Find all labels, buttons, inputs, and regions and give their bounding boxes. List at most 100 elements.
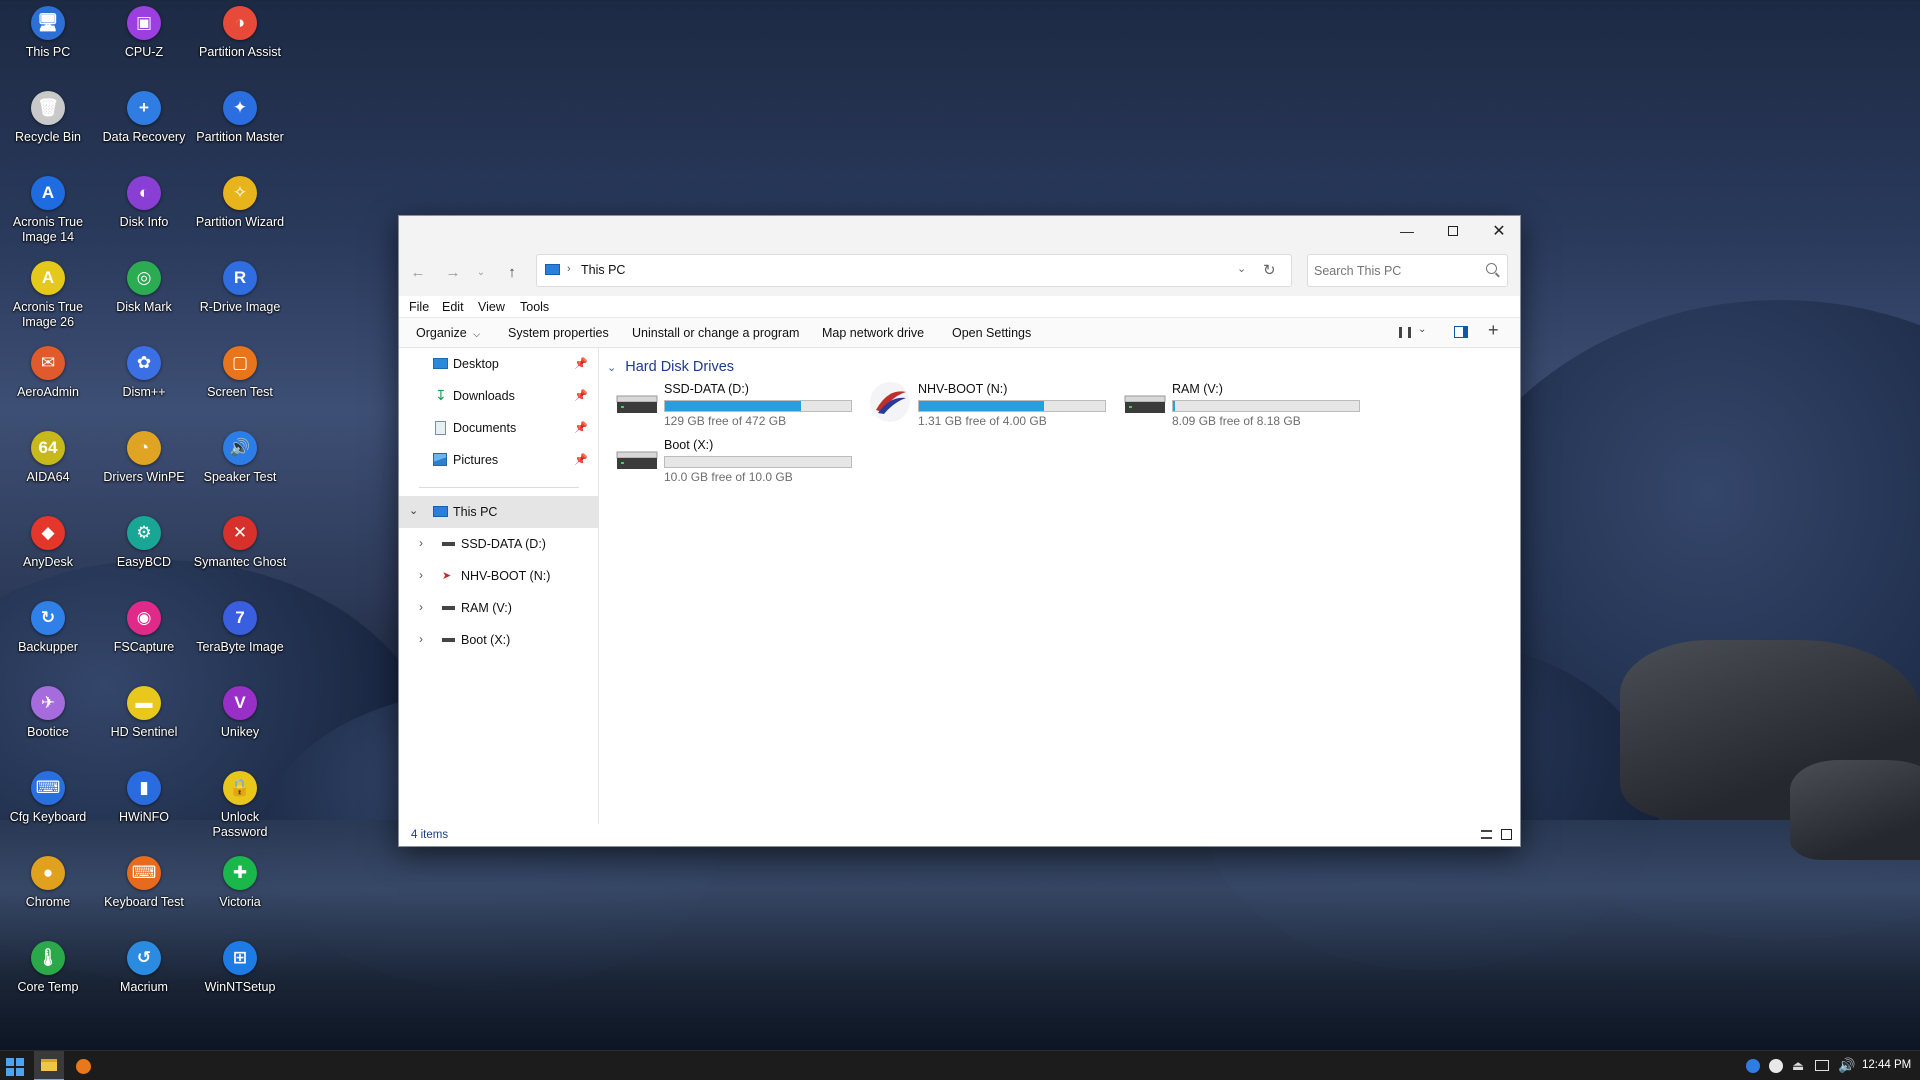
desktop-shortcut[interactable]: ✉ AeroAdmin [0, 340, 96, 422]
tray-acronis-icon[interactable] [1746, 1059, 1760, 1073]
tray-app-icon[interactable] [1769, 1059, 1783, 1073]
nav-item-nhv-boot[interactable]: › ➤ NHV-BOOT (N:) [399, 560, 598, 592]
desktop-shortcut[interactable]: ▢ Screen Test [192, 340, 288, 422]
start-button[interactable] [6, 1058, 24, 1076]
desktop-shortcut[interactable]: R R-Drive Image [192, 255, 288, 337]
desktop-shortcut[interactable]: ◎ Disk Mark [96, 255, 192, 337]
pin-icon[interactable]: 📌 [574, 389, 588, 402]
taskbar-file-explorer[interactable] [34, 1051, 64, 1080]
preview-pane-icon[interactable] [1454, 326, 1468, 338]
desktop-shortcut[interactable]: ◉ FSCapture [96, 595, 192, 677]
drive-tile[interactable]: RAM (V:) 8.09 GB free of 8.18 GB [1122, 382, 1362, 428]
forward-button[interactable]: → [441, 260, 465, 284]
chevron-right-icon[interactable]: › [419, 632, 423, 646]
nav-item-boot[interactable]: › Boot (X:) [399, 624, 598, 656]
desktop-shortcut[interactable]: + Data Recovery [96, 85, 192, 167]
downloads-icon: ↧ [435, 387, 447, 403]
tray-usb-icon[interactable]: ⏏ [1792, 1058, 1804, 1074]
view-options-dropdown-icon[interactable]: ⌄ [1418, 324, 1426, 335]
close-button[interactable]: ✕ [1476, 216, 1522, 246]
desktop-shortcut[interactable]: ✧ Partition Wizard [192, 170, 288, 252]
nav-item-pictures[interactable]: Pictures 📌 [399, 444, 598, 476]
desktop-shortcut[interactable]: ● Chrome [0, 850, 96, 932]
uninstall-program-button[interactable]: Uninstall or change a program [632, 326, 799, 340]
chevron-right-icon[interactable]: › [419, 600, 423, 614]
details-view-icon[interactable] [1481, 830, 1492, 839]
desktop-shortcut[interactable]: ✕ Symantec Ghost [192, 510, 288, 592]
recent-locations-button[interactable]: ⌄ [469, 260, 493, 284]
nav-item-desktop[interactable]: Desktop 📌 [399, 348, 598, 380]
desktop-shortcut[interactable]: 🌡 Core Temp [0, 935, 96, 1017]
desktop-shortcut[interactable]: ◆ AnyDesk [0, 510, 96, 592]
map-network-drive-button[interactable]: Map network drive [822, 326, 924, 340]
search-input[interactable] [1314, 261, 1474, 280]
address-dropdown-icon[interactable]: ⌄ [1237, 262, 1246, 275]
chevron-down-icon[interactable]: ⌄ [409, 504, 418, 517]
desktop-shortcut[interactable]: 7 TeraByte Image [192, 595, 288, 677]
add-icon[interactable]: + [1488, 320, 1499, 341]
taskbar-app-icon[interactable] [76, 1059, 91, 1074]
minimize-button[interactable]: — [1384, 216, 1430, 246]
nav-item-ssd-data[interactable]: › SSD-DATA (D:) [399, 528, 598, 560]
back-button[interactable]: ← [406, 260, 430, 284]
camera-icon: ◉ [127, 601, 161, 635]
open-settings-button[interactable]: Open Settings [952, 326, 1031, 340]
desktop-shortcut[interactable]: 🗑 Recycle Bin [0, 85, 96, 167]
desktop-shortcut[interactable]: ↻ Backupper [0, 595, 96, 677]
tray-network-icon[interactable] [1815, 1060, 1829, 1071]
desktop-shortcut[interactable]: ⌨ Keyboard Test [96, 850, 192, 932]
chevron-right-icon[interactable]: › [419, 568, 423, 582]
maximize-button[interactable] [1430, 216, 1476, 246]
desktop-shortcut[interactable]: ↺ Macrium [96, 935, 192, 1017]
desktop-shortcut[interactable]: A Acronis True Image 14 [0, 170, 96, 252]
menu-view[interactable]: View [478, 300, 505, 314]
large-icons-view-icon[interactable] [1501, 829, 1512, 840]
desktop-shortcut[interactable]: ✦ Partition Master [192, 85, 288, 167]
desktop-shortcut[interactable]: ▣ CPU-Z [96, 0, 192, 82]
desktop-shortcut[interactable]: ◔ Drivers WinPE [96, 425, 192, 507]
organize-button[interactable]: Organize ⌵ [416, 326, 480, 340]
desktop-shortcut[interactable]: ✚ Victoria [192, 850, 288, 932]
chevron-right-icon[interactable]: › [419, 536, 423, 550]
desktop-shortcut[interactable]: ◑ Partition Assist [192, 0, 288, 82]
desktop-shortcut[interactable]: ⌨ Cfg Keyboard [0, 765, 96, 847]
refresh-icon[interactable]: ↻ [1263, 261, 1276, 279]
nav-item-documents[interactable]: Documents 📌 [399, 412, 598, 444]
desktop-shortcut[interactable]: 🔒 Unlock Password [192, 765, 288, 847]
pin-icon[interactable]: 📌 [574, 421, 588, 434]
desktop-shortcut[interactable]: ✈ Bootice [0, 680, 96, 762]
nav-item-this-pc[interactable]: ⌄ This PC [399, 496, 598, 528]
breadcrumb-this-pc[interactable]: This PC [581, 263, 625, 277]
desktop-shortcut[interactable]: ✿ Dism++ [96, 340, 192, 422]
pin-icon[interactable]: 📌 [574, 357, 588, 370]
desktop-shortcut[interactable]: 🖥 This PC [0, 0, 96, 82]
desktop-shortcut[interactable]: ▮ HWiNFO [96, 765, 192, 847]
desktop-shortcut[interactable]: ◐ Disk Info [96, 170, 192, 252]
section-header-hard-disk-drives[interactable]: ⌄ Hard Disk Drives [607, 359, 734, 375]
change-view-icon[interactable] [1399, 327, 1411, 338]
desktop-shortcut[interactable]: ▬ HD Sentinel [96, 680, 192, 762]
title-bar[interactable]: — ✕ [399, 216, 1520, 246]
nav-item-ram[interactable]: › RAM (V:) [399, 592, 598, 624]
menu-tools[interactable]: Tools [520, 300, 549, 314]
nav-item-downloads[interactable]: ↧ Downloads 📌 [399, 380, 598, 412]
desktop-shortcut[interactable]: 64 AIDA64 [0, 425, 96, 507]
search-box[interactable] [1307, 254, 1508, 287]
menu-edit[interactable]: Edit [442, 300, 464, 314]
tray-clock[interactable]: 12:44 PM [1862, 1059, 1911, 1071]
desktop-shortcut[interactable]: 🔊 Speaker Test [192, 425, 288, 507]
desktop-shortcut[interactable]: V Unikey [192, 680, 288, 762]
drive-tile[interactable]: Boot (X:) 10.0 GB free of 10.0 GB [614, 438, 854, 484]
desktop-shortcut[interactable]: ⊞ WinNTSetup [192, 935, 288, 1017]
desktop-shortcut[interactable]: ⚙ EasyBCD [96, 510, 192, 592]
address-bar[interactable]: › This PC ⌄ ↻ [536, 254, 1292, 287]
menu-file[interactable]: File [409, 300, 429, 314]
pin-icon[interactable]: 📌 [574, 453, 588, 466]
drive-tile[interactable]: SSD-DATA (D:) 129 GB free of 472 GB [614, 382, 854, 428]
nav-label: Pictures [453, 453, 499, 467]
up-button[interactable]: ↑ [500, 260, 524, 284]
drive-tile[interactable]: NHV-BOOT (N:) 1.31 GB free of 4.00 GB [868, 382, 1108, 428]
system-properties-button[interactable]: System properties [508, 326, 609, 340]
desktop-shortcut[interactable]: A Acronis True Image 26 [0, 255, 96, 337]
tray-volume-icon[interactable]: 🔊 [1838, 1057, 1855, 1074]
